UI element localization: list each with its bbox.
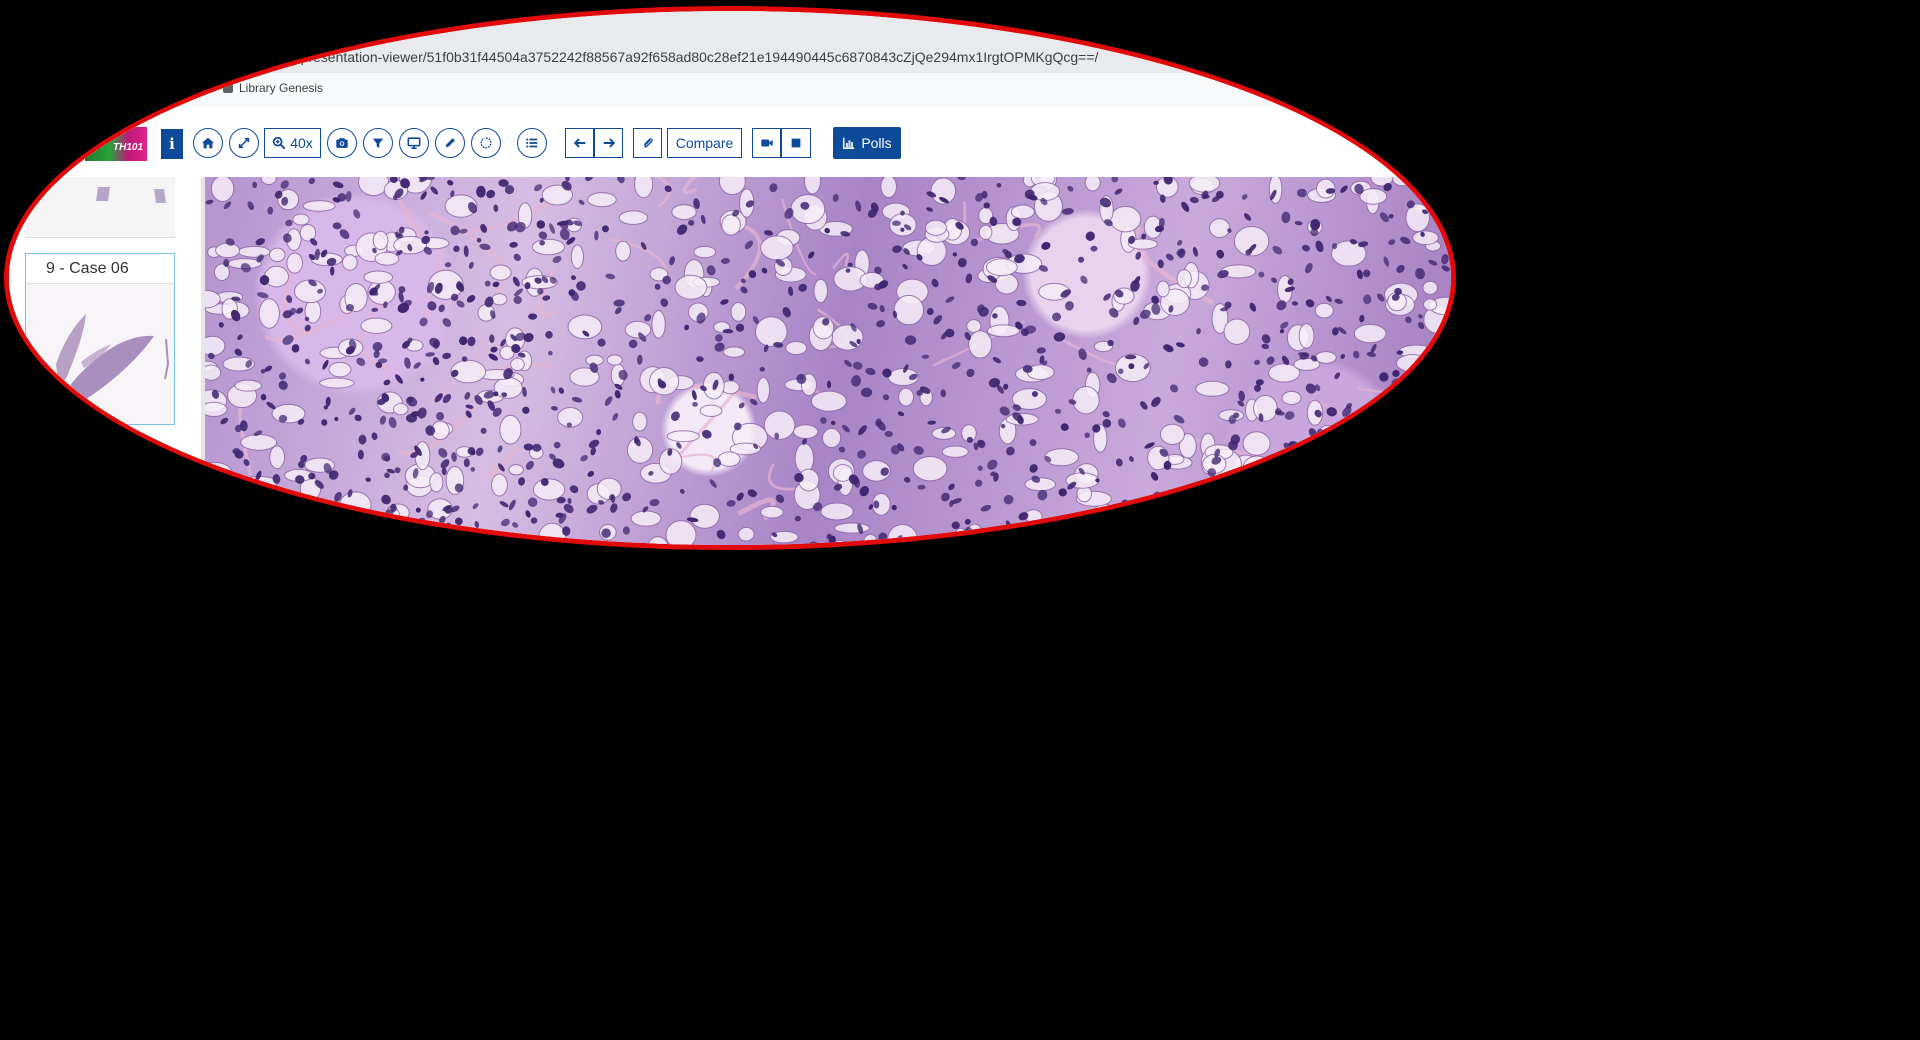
polls-button[interactable]: Polls — [833, 127, 901, 159]
list-icon — [526, 138, 538, 148]
address-bar[interactable]: et/presentation-viewer/51f0b31f44504a375… — [285, 49, 1098, 65]
slide-list-button[interactable] — [517, 128, 547, 158]
polls-label: Polls — [861, 135, 892, 151]
slide-card-case-06[interactable]: 9 - Case 06 — [25, 253, 175, 425]
arrow-left-icon — [573, 138, 585, 148]
home-button[interactable] — [193, 128, 223, 158]
tissue-fragment — [96, 187, 110, 201]
arrow-right-icon — [603, 138, 615, 148]
tissue-section-image — [56, 314, 170, 401]
slide-thumbnail-card[interactable] — [25, 177, 175, 238]
highlight-ellipse: et/presentation-viewer/51f0b31f44504a375… — [4, 6, 1456, 550]
home-icon — [201, 137, 215, 149]
paperclip-icon — [643, 138, 653, 148]
stop-icon — [791, 138, 801, 148]
info-label: i — [169, 135, 175, 153]
bookmark-label: Library Genesis — [239, 81, 324, 95]
annotate-button[interactable] — [435, 128, 465, 158]
lasso-icon — [480, 137, 492, 149]
histology-tissue-image — [205, 177, 1451, 545]
filter-button[interactable] — [363, 128, 393, 158]
zoom-in-icon — [273, 136, 286, 150]
tissue-fragment — [154, 189, 166, 203]
stop-button[interactable] — [781, 128, 811, 158]
viewer-screen: et/presentation-viewer/51f0b31f44504a375… — [9, 11, 1451, 545]
camera-icon — [336, 138, 348, 148]
next-slide-button[interactable] — [594, 128, 623, 158]
slide-card-thumbnail — [26, 284, 174, 424]
filter-icon — [372, 138, 384, 148]
compare-button[interactable]: Compare — [667, 128, 742, 158]
slide-viewport[interactable] — [205, 177, 1451, 545]
logo-text: TH101 — [112, 142, 143, 153]
zoom-level-label: 40x — [290, 135, 313, 151]
zoom-level-button[interactable]: 40x — [264, 128, 321, 158]
info-button[interactable]: i — [161, 129, 183, 159]
bookmark-icon — [223, 83, 233, 93]
pencil-icon — [445, 138, 455, 148]
present-button[interactable] — [399, 128, 429, 158]
compare-label: Compare — [675, 135, 734, 151]
video-camera-icon — [760, 139, 773, 147]
attachment-button[interactable] — [633, 128, 662, 158]
snapshot-button[interactable] — [327, 128, 357, 158]
monitor-icon — [407, 137, 421, 150]
bookmark-library-genesis[interactable]: Library Genesis — [223, 81, 323, 95]
expand-icon — [238, 137, 250, 149]
fullscreen-button[interactable] — [229, 128, 259, 158]
record-video-button[interactable] — [752, 128, 781, 158]
previous-slide-button[interactable] — [565, 128, 594, 158]
slide-card-title: 9 - Case 06 — [26, 254, 174, 284]
course-logo: TH101 — [85, 127, 147, 161]
lasso-button[interactable] — [471, 128, 501, 158]
bar-chart-icon — [843, 137, 855, 149]
